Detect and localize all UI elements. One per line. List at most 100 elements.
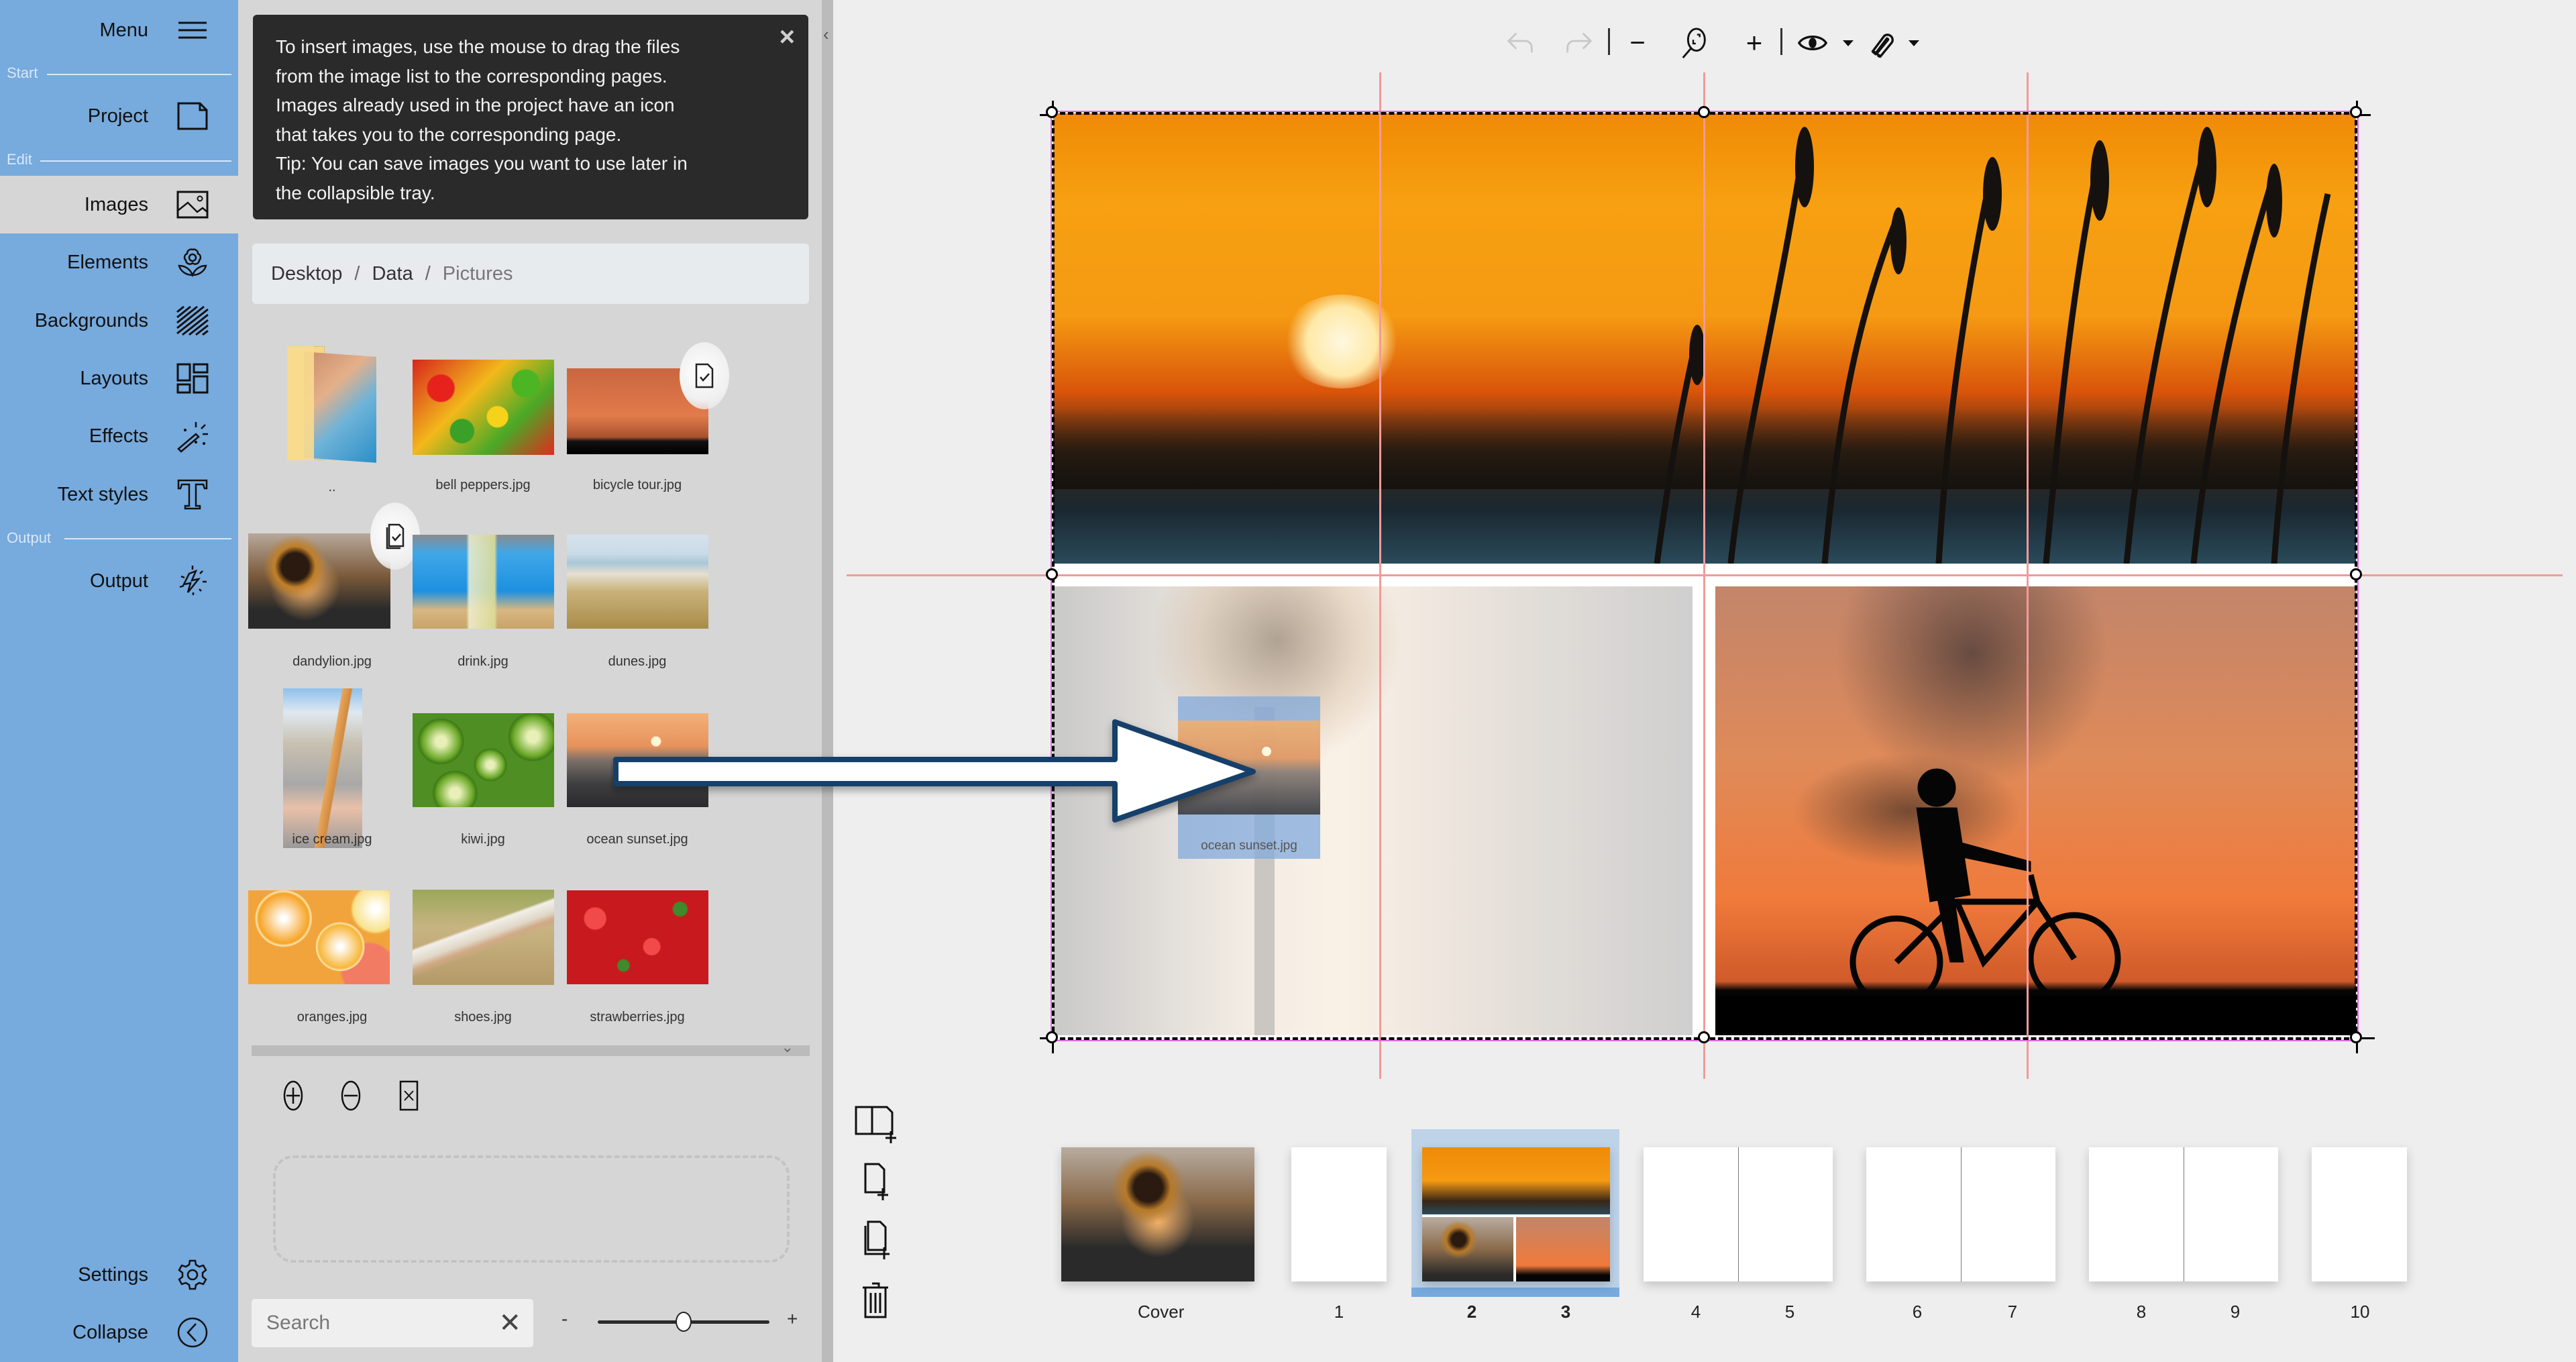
burst-output-icon [175, 564, 210, 598]
image-tile[interactable]: strawberries.jpg [560, 862, 714, 1030]
image-tile[interactable]: kiwi.jpg [406, 684, 560, 852]
search-input[interactable] [266, 1308, 488, 1338]
image-tile[interactable]: bell peppers.jpg [406, 329, 560, 496]
add-spread-button[interactable] [852, 1100, 899, 1147]
sidebar-item-elements[interactable]: Elements [0, 233, 238, 291]
chevron-left-icon[interactable]: ‹ [823, 24, 829, 45]
section-start-label: Start [7, 64, 38, 81]
file-name: kiwi.jpg [461, 832, 505, 847]
snap-dropdown[interactable] [1905, 25, 1923, 60]
sidebar-item-images[interactable]: Images [0, 176, 238, 233]
breadcrumb-item[interactable]: Desktop [271, 263, 342, 285]
sidebar-item-layouts[interactable]: Layouts [0, 350, 238, 407]
file-name: bell peppers.jpg [435, 478, 531, 492]
file-name: dandylion.jpg [292, 654, 372, 669]
image-tile[interactable]: oranges.jpg [248, 862, 409, 1030]
sidebar-item-output[interactable]: Output [0, 552, 238, 610]
snap-button[interactable] [1862, 25, 1902, 60]
thumbnail-size-minus[interactable]: - [561, 1308, 568, 1330]
spread-fold [1738, 1147, 1739, 1281]
settings-button[interactable]: Settings [0, 1246, 238, 1304]
sidebar-item-label: Text styles [57, 483, 148, 505]
used-in-project-badge[interactable] [680, 342, 729, 409]
caret-down-icon [1843, 40, 1854, 46]
resize-handle-left[interactable] [1046, 568, 1058, 580]
page-thumb-6-7[interactable] [1866, 1147, 2055, 1281]
image-tile[interactable]: shoes.jpg [406, 862, 560, 1030]
page-thumb-8-9[interactable] [2089, 1147, 2278, 1281]
file-name: shoes.jpg [454, 1010, 512, 1025]
page-thumb-4-5[interactable] [1644, 1147, 1833, 1281]
chevron-down-icon[interactable]: ⌄ [782, 1039, 794, 1056]
panel-splitter[interactable]: ‹ [822, 0, 833, 1362]
magnet-icon [1871, 34, 1894, 58]
image-tile[interactable]: dunes.jpg [560, 507, 714, 674]
view-options-dropdown[interactable] [1839, 25, 1857, 60]
menu-button[interactable]: Menu [0, 1, 238, 59]
page-label: 10 [2350, 1302, 2370, 1322]
sidebar-item-label: Elements [67, 251, 148, 273]
menu-label: Menu [99, 19, 148, 41]
sidebar-item-effects[interactable]: Effects [0, 407, 238, 465]
sidebar-item-label: Project [87, 105, 148, 127]
delete-page-button[interactable] [852, 1278, 899, 1325]
thumbnail-size-slider-handle[interactable] [676, 1312, 692, 1332]
resize-handle-top-left[interactable] [1046, 106, 1058, 118]
breadcrumb-separator: / [354, 262, 360, 284]
page-thumb-cover[interactable] [1061, 1147, 1254, 1281]
resize-handle-bottom-right[interactable] [2350, 1031, 2362, 1043]
page-label: 1 [1334, 1302, 1344, 1322]
resize-handle-bottom-left[interactable] [1046, 1031, 1058, 1043]
resize-handle-top-right[interactable] [2350, 106, 2362, 118]
zoom-in-button[interactable]: + [1737, 25, 1771, 60]
add-page-button[interactable] [852, 1159, 899, 1206]
breadcrumb-item[interactable]: Data [372, 263, 413, 285]
resize-handle-right[interactable] [2350, 568, 2362, 580]
zoom-fit-button[interactable] [1670, 25, 1717, 60]
image-tile[interactable]: ice cream.jpg [255, 684, 409, 852]
image-list-scrollbar[interactable]: ⌄ [252, 1039, 810, 1056]
caret-down-icon [1909, 40, 1919, 46]
thumbnail-size-plus[interactable]: + [787, 1308, 798, 1330]
page-label: 2 [1466, 1302, 1477, 1322]
undo-icon [1507, 32, 1533, 53]
image-tile[interactable]: bicycle tour.jpg [560, 329, 729, 496]
page-thumb-2-3[interactable] [1422, 1147, 1610, 1281]
close-icon[interactable]: × [780, 22, 795, 52]
remove-from-tray-button[interactable] [334, 1079, 368, 1112]
sidebar-item-backgrounds[interactable]: Backgrounds [0, 292, 238, 350]
drag-direction-arrow [613, 719, 1256, 823]
sidebar-item-text-styles[interactable]: Text styles [0, 466, 238, 523]
view-options-button[interactable] [1792, 25, 1833, 60]
page-label: 9 [2230, 1302, 2241, 1322]
gear-icon [175, 1257, 210, 1292]
close-icon[interactable]: ✕ [498, 1308, 521, 1338]
resize-handle-top[interactable] [1698, 106, 1710, 118]
zoom-out-button[interactable]: − [1621, 25, 1654, 60]
collapse-button[interactable]: Collapse [0, 1304, 238, 1361]
page-thumb-10[interactable] [2312, 1147, 2407, 1281]
add-spread-icon [855, 1106, 896, 1143]
duplicate-page-icon [864, 1220, 890, 1259]
redo-button[interactable] [1555, 25, 1602, 60]
undo-button[interactable] [1497, 25, 1544, 60]
image-tray-dropzone[interactable] [273, 1155, 790, 1263]
add-to-tray-button[interactable] [276, 1079, 310, 1112]
cyclist-silhouette [1715, 768, 2356, 1035]
page-thumb-1[interactable] [1291, 1147, 1387, 1281]
cover-thumbnail [1061, 1147, 1254, 1281]
clear-tray-button[interactable] [392, 1079, 426, 1112]
hatch-pattern-icon [175, 303, 210, 338]
settings-label: Settings [78, 1263, 148, 1286]
resize-handle-bottom[interactable] [1698, 1031, 1710, 1043]
image-icon [175, 187, 210, 222]
photo-frame-bicycle-tour[interactable] [1715, 586, 2356, 1035]
image-tile-parent-folder[interactable]: .. [255, 329, 409, 496]
file-name: strawberries.jpg [590, 1010, 685, 1025]
duplicate-page-button[interactable] [852, 1216, 899, 1263]
breadcrumb: Desktop / Data / Pictures [252, 244, 809, 304]
image-tile[interactable]: drink.jpg [406, 507, 560, 674]
thumbnail-drink [413, 535, 554, 629]
sidebar-item-project[interactable]: Project [0, 87, 238, 145]
image-tile[interactable]: dandylion.jpg [248, 503, 420, 674]
